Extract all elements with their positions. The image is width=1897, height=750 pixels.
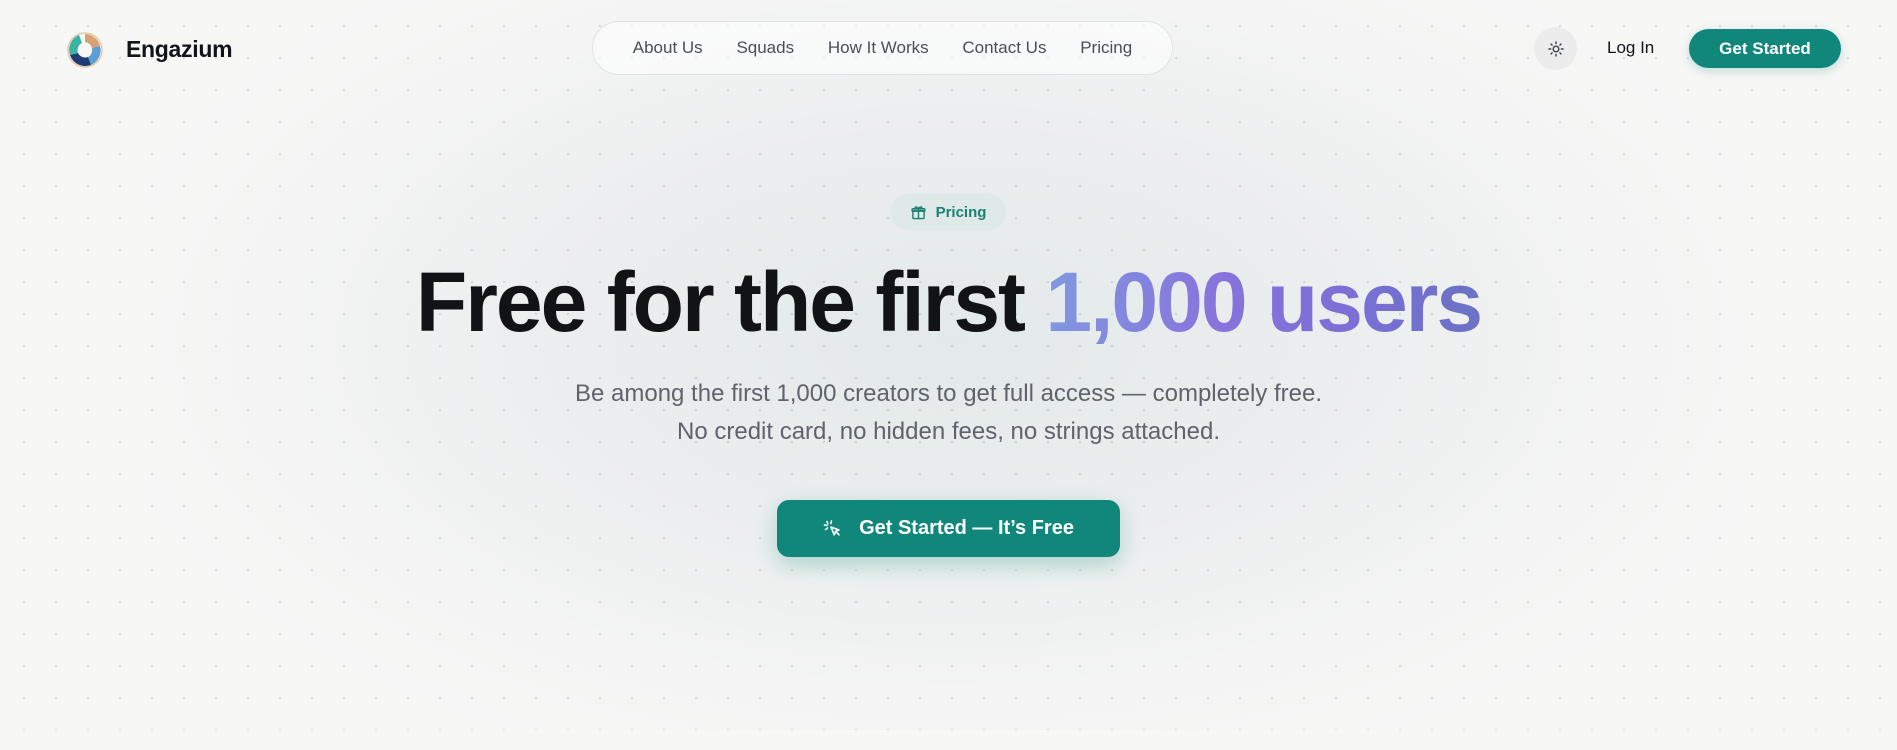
hero-title: Free for the first 1,000 users <box>0 252 1897 352</box>
pricing-badge: Pricing <box>891 194 1006 230</box>
dot-grid-background <box>0 0 1897 730</box>
hero-title-accent: 1,000 users <box>1045 255 1483 349</box>
login-link[interactable]: Log In <box>1607 37 1654 59</box>
get-started-button[interactable]: Get Started <box>1689 29 1841 68</box>
nav-item-about-us[interactable]: About Us <box>633 38 703 58</box>
nav-item-pricing[interactable]: Pricing <box>1080 38 1132 58</box>
hero-subtitle-line-2: No credit card, no hidden fees, no strin… <box>677 418 1220 445</box>
nav-item-how-it-works[interactable]: How It Works <box>828 38 929 58</box>
gift-icon <box>910 205 926 220</box>
hero-subtitle-line-1: Be among the first 1,000 creators to get… <box>574 380 1323 407</box>
nav-item-contact-us[interactable]: Contact Us <box>962 38 1046 58</box>
get-started-free-label: Get Started — It’s Free <box>859 517 1074 539</box>
brand-name[interactable]: Engazium <box>126 35 233 63</box>
hero-title-main: Free for the first <box>415 255 1026 349</box>
theme-toggle-button[interactable] <box>1534 27 1577 70</box>
sun-icon <box>1547 40 1564 57</box>
nav-item-squads[interactable]: Squads <box>736 38 794 58</box>
swirl-logo-icon[interactable] <box>66 31 104 69</box>
page-bottom-band <box>0 730 1897 750</box>
cursor-click-icon <box>823 519 843 539</box>
badge-label: Pricing <box>935 203 987 221</box>
main-nav: About Us Squads How It Works Contact Us … <box>592 21 1173 75</box>
get-started-free-button[interactable]: Get Started — It’s Free <box>777 500 1120 557</box>
